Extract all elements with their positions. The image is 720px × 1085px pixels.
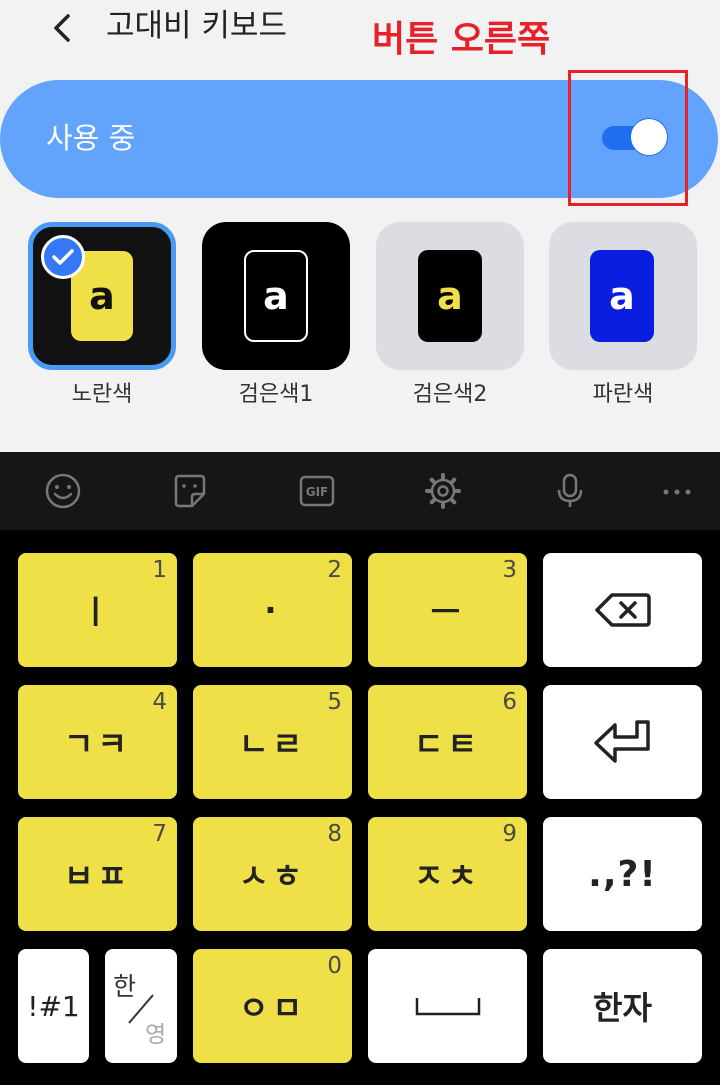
key-number: 3 (502, 557, 517, 583)
space-icon (415, 998, 480, 1016)
theme-tile: a (549, 222, 697, 370)
theme-option-black2[interactable]: a 검은색2 (376, 222, 524, 407)
key-number: 6 (502, 689, 517, 715)
key-4[interactable]: 4 ㄱㅋ (18, 685, 177, 799)
key-number: 8 (327, 821, 342, 847)
gif-icon[interactable]: GIF (298, 472, 336, 510)
annotation-text: 버튼 오른쪽 (372, 19, 551, 60)
theme-label: 파란색 (592, 382, 654, 407)
page-title: 고대비 키보드 (106, 8, 287, 44)
theme-preview-key: a (590, 250, 654, 342)
key-7[interactable]: 7 ㅂㅍ (18, 817, 177, 931)
key-label: ㅂㅍ (64, 857, 131, 895)
key-label: 한자 (593, 989, 652, 1027)
backspace-icon (594, 593, 651, 627)
key-number: 5 (327, 689, 342, 715)
key-label: ㅡ (430, 593, 465, 631)
key-5[interactable]: 5 ㄴㄹ (193, 685, 352, 799)
chevron-left-icon[interactable] (44, 8, 84, 48)
key-label: ㄱㅋ (64, 725, 131, 763)
key-2[interactable]: 2 · (193, 553, 352, 667)
more-icon[interactable] (658, 472, 696, 510)
theme-option-black1[interactable]: a 검은색1 (202, 222, 350, 407)
key-label: ㄴㄹ (239, 725, 306, 763)
key-9[interactable]: 9 ㅈㅊ (368, 817, 527, 931)
key-8[interactable]: 8 ㅅㅎ (193, 817, 352, 931)
theme-tile: a (202, 222, 350, 370)
key-number: 1 (152, 557, 167, 583)
theme-label: 검은색1 (238, 382, 314, 407)
key-label: !#1 (27, 989, 80, 1023)
theme-preview-key: a (418, 250, 482, 342)
theme-tile: a (376, 222, 524, 370)
annotation-box (568, 70, 688, 206)
emoji-icon[interactable] (44, 472, 82, 510)
keyboard-toolbar: GIF (0, 452, 720, 530)
language-switch-key[interactable]: 한 영 (105, 949, 177, 1063)
key-number: 2 (327, 557, 342, 583)
key-label: ㅈㅊ (414, 857, 481, 895)
microphone-icon[interactable] (551, 472, 589, 510)
settings-icon[interactable] (424, 472, 462, 510)
punctuation-key[interactable]: .,?! (543, 817, 702, 931)
key-number: 4 (152, 689, 167, 715)
hanja-key[interactable]: 한자 (543, 949, 702, 1063)
key-number: 9 (502, 821, 517, 847)
theme-preview-key: a (244, 250, 308, 342)
key-1[interactable]: 1 ㅣ (18, 553, 177, 667)
enter-key[interactable] (543, 685, 702, 799)
toggle-label: 사용 중 (46, 121, 136, 155)
theme-tile: a (28, 222, 176, 370)
gif-label: GIF (306, 485, 329, 499)
key-number: 7 (152, 821, 167, 847)
selected-check-icon (41, 235, 85, 279)
header: 고대비 키보드 (0, 0, 720, 60)
space-key[interactable] (368, 949, 527, 1063)
key-label: ㄷㅌ (414, 725, 481, 763)
theme-option-blue[interactable]: a 파란색 (549, 222, 697, 407)
key-label: ㅇㅁ (239, 989, 306, 1027)
theme-label: 검은색2 (412, 382, 488, 407)
key-0[interactable]: 0 ㅇㅁ (193, 949, 352, 1063)
keyboard: 1 ㅣ 2 · 3 ㅡ 4 ㄱㅋ 5 ㄴㄹ 6 ㄷㅌ 7 ㅂㅍ 8 ㅅㅎ 9 ㅈ… (0, 530, 720, 1085)
lang-english-label: 영 (145, 1022, 167, 1048)
key-label: · (264, 591, 281, 629)
key-number: 0 (327, 953, 342, 979)
symbols-key[interactable]: !#1 (18, 949, 89, 1063)
theme-label: 노란색 (71, 382, 133, 407)
key-3[interactable]: 3 ㅡ (368, 553, 527, 667)
key-label: ㅅㅎ (239, 857, 306, 895)
enter-icon (593, 720, 650, 763)
key-label: .,?! (588, 853, 657, 895)
key-label: ㅣ (80, 593, 115, 631)
key-6[interactable]: 6 ㄷㅌ (368, 685, 527, 799)
sticker-icon[interactable] (171, 472, 209, 510)
theme-option-yellow[interactable]: a 노란색 (28, 222, 176, 407)
backspace-key[interactable] (543, 553, 702, 667)
